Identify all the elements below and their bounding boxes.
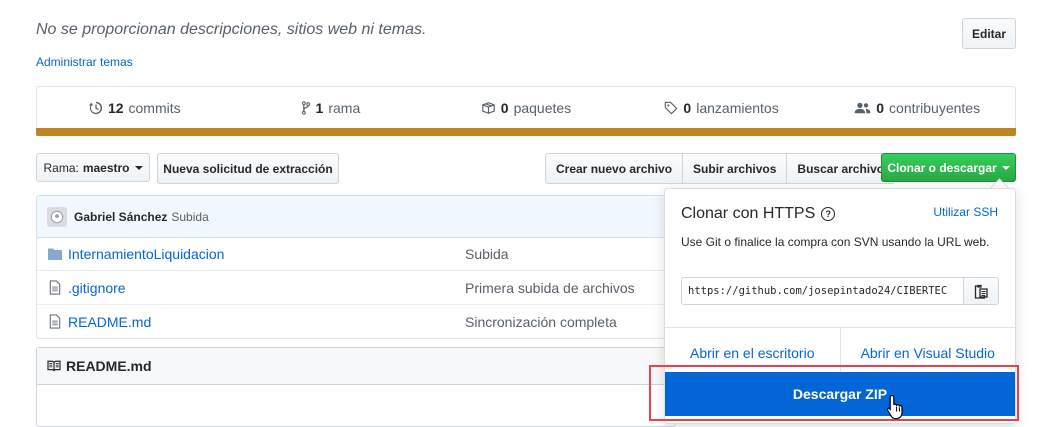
- readme-header: README.md: [37, 348, 675, 385]
- clone-help-text: Use Git o finalice la compra con SVN usa…: [681, 235, 990, 249]
- file-icon: [47, 280, 63, 295]
- clone-download-button[interactable]: Clonar o descargar: [881, 153, 1016, 182]
- stat-contributors[interactable]: 0 contribuyentes: [819, 100, 1015, 116]
- copy-clipboard-button[interactable]: [964, 277, 999, 305]
- file-name-link[interactable]: InternamientoLiquidacion: [68, 246, 465, 262]
- folder-icon: [47, 248, 63, 260]
- stat-packages-label: paquetes: [513, 100, 572, 116]
- question-icon[interactable]: ?: [821, 207, 836, 221]
- readme-title: README.md: [66, 358, 152, 374]
- clipboard-icon: [974, 283, 988, 299]
- caret-down-icon: [1001, 165, 1010, 170]
- commit-author[interactable]: Gabriel Sánchez: [74, 210, 167, 224]
- clone-url-group: https://github.com/josepintado24/CIBERTE…: [681, 277, 999, 305]
- stat-commits[interactable]: 12 commits: [37, 100, 233, 116]
- stat-branches-value: 1: [315, 100, 324, 116]
- branch-name: maestro: [82, 160, 130, 175]
- branch-select-button[interactable]: Rama: maestro: [36, 153, 150, 182]
- upload-files-button[interactable]: Subir archivos: [682, 153, 788, 184]
- stat-releases-value: 0: [683, 100, 692, 116]
- people-icon: [854, 101, 871, 115]
- readme-panel: README.md: [36, 347, 676, 427]
- table-row: .gitignore Primera subida de archivos: [37, 270, 675, 304]
- package-icon: [481, 101, 496, 115]
- find-file-button[interactable]: Buscar archivo: [786, 153, 896, 184]
- stat-contributors-label: contribuyentes: [889, 100, 981, 116]
- file-list: InternamientoLiquidacion Subida .gitigno…: [36, 237, 676, 339]
- repo-stats-bar: 12 commits 1 rama 0 paquetes 0 lanzamien…: [36, 86, 1016, 129]
- file-commit-message[interactable]: Sincronización completa: [465, 314, 617, 330]
- stat-commits-value: 12: [107, 100, 124, 116]
- caret-down-icon: [134, 165, 143, 170]
- table-row: InternamientoLiquidacion Subida: [37, 237, 675, 270]
- latest-commit-bar: Gabriel Sánchez Subida: [36, 195, 676, 238]
- stat-packages-value: 0: [500, 100, 509, 116]
- branch-prefix: Rama:: [43, 160, 79, 175]
- highlight-box: [649, 365, 1019, 421]
- file-name-link[interactable]: .gitignore: [68, 280, 465, 296]
- tag-icon: [664, 101, 678, 115]
- git-branch-icon: [301, 101, 311, 115]
- file-commit-message[interactable]: Primera subida de archivos: [465, 280, 635, 296]
- file-commit-message[interactable]: Subida: [465, 246, 509, 262]
- manage-topics-link[interactable]: Administrar temas: [36, 55, 133, 69]
- stat-releases[interactable]: 0 lanzamientos: [624, 100, 820, 116]
- stat-branches[interactable]: 1 rama: [233, 100, 429, 116]
- commit-message[interactable]: Subida: [171, 210, 208, 224]
- clone-title-text: Clonar con HTTPS: [681, 205, 816, 222]
- book-icon: [47, 360, 66, 372]
- history-icon: [88, 101, 103, 115]
- use-ssh-link[interactable]: Utilizar SSH: [933, 205, 998, 219]
- clone-url-input[interactable]: https://github.com/josepintado24/CIBERTE…: [681, 277, 965, 305]
- avatar[interactable]: [47, 206, 67, 227]
- clone-download-label: Clonar o descargar: [887, 160, 997, 175]
- edit-button[interactable]: Editar: [962, 18, 1016, 49]
- repo-description: No se proporcionan descripciones, sitios…: [36, 21, 427, 38]
- create-file-button[interactable]: Crear nuevo archivo: [545, 153, 684, 184]
- stat-packages[interactable]: 0 paquetes: [428, 100, 624, 116]
- stat-contributors-value: 0: [876, 100, 885, 116]
- stat-branches-label: rama: [328, 100, 361, 116]
- clone-dropdown-title: Clonar con HTTPS ?: [681, 205, 836, 223]
- stat-commits-label: commits: [128, 100, 181, 116]
- new-pull-request-button[interactable]: Nueva solicitud de extracción: [157, 153, 339, 184]
- file-icon: [47, 314, 63, 329]
- hand-cursor-icon: [886, 394, 906, 420]
- stat-releases-label: lanzamientos: [696, 100, 779, 116]
- file-actions-group: Crear nuevo archivo Subir archivos Busca…: [545, 153, 896, 184]
- table-row: README.md Sincronización completa: [37, 304, 675, 338]
- file-name-link[interactable]: README.md: [68, 314, 465, 330]
- language-bar[interactable]: [36, 128, 1016, 136]
